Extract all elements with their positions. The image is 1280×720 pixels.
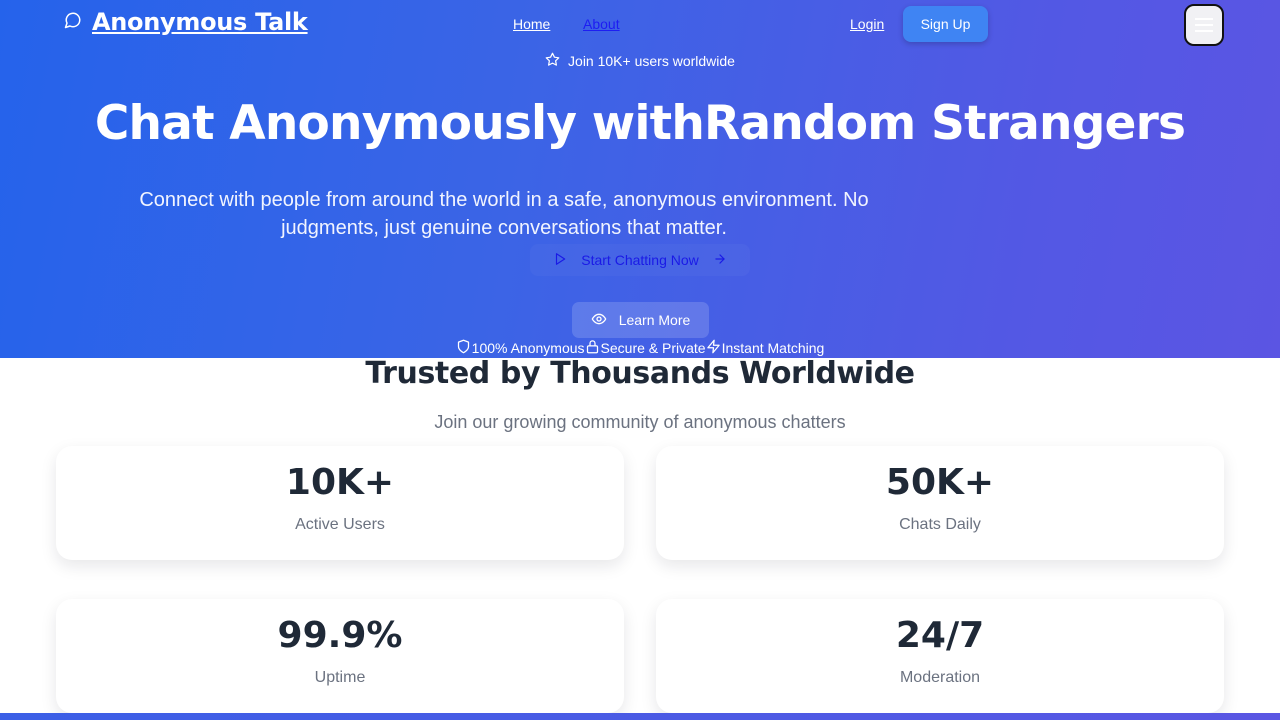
stat-label: Chats Daily: [899, 516, 981, 533]
feature-label: 100% Anonymous: [471, 340, 585, 356]
star-icon: [545, 52, 560, 70]
lightning-icon: [706, 339, 721, 357]
chat-bubble-icon: [64, 11, 82, 34]
play-icon: [553, 252, 567, 269]
stat-label: Moderation: [899, 669, 981, 686]
nav-about-link[interactable]: About: [583, 16, 620, 32]
brand-logo[interactable]: Anonymous Talk: [64, 8, 308, 36]
stat-label: Uptime: [314, 669, 366, 686]
feature-label: Secure & Private: [600, 340, 706, 356]
stat-value: 10K+: [285, 462, 395, 503]
users-pill: Join 10K+ users worldwide: [0, 52, 1280, 70]
arrow-right-icon: [713, 252, 727, 269]
stat-value: 99.9%: [277, 615, 403, 656]
hero-headline: Chat Anonymously withRandom Strangers: [94, 96, 1186, 151]
stat-card: 50K+ Chats Daily: [656, 446, 1224, 560]
feature-anonymous: 100% Anonymous: [456, 339, 585, 357]
stat-card: 24/7 Moderation: [656, 599, 1224, 713]
hero-section: Anonymous Talk Home About Login Sign Up …: [0, 0, 1280, 358]
feature-instant: Instant Matching: [706, 339, 825, 357]
learn-more-button[interactable]: Learn More: [572, 302, 709, 338]
stats-title: Trusted by Thousands Worldwide: [365, 356, 915, 391]
nav-login-link[interactable]: Login: [850, 16, 884, 32]
start-chatting-button[interactable]: Start Chatting Now: [530, 244, 750, 276]
start-chatting-label: Start Chatting Now: [581, 252, 699, 268]
stat-value: 50K+: [885, 462, 995, 503]
stat-label: Active Users: [295, 516, 385, 533]
shield-icon: [456, 339, 471, 357]
stat-card: 10K+ Active Users: [56, 446, 624, 560]
stat-card: 99.9% Uptime: [56, 599, 624, 713]
learn-more-label: Learn More: [618, 312, 691, 328]
feature-label: Instant Matching: [721, 340, 825, 356]
footer-edge: [0, 713, 1280, 720]
hamburger-menu-icon: [1195, 18, 1213, 32]
users-pill-text: Join 10K+ users worldwide: [568, 53, 735, 69]
brand-name[interactable]: Anonymous Talk: [92, 8, 308, 36]
stat-value: 24/7: [895, 615, 985, 656]
lock-icon: [585, 339, 600, 357]
menu-button[interactable]: [1184, 4, 1224, 46]
nav-home-link[interactable]: Home: [513, 16, 550, 32]
stats-subtitle: Join our growing community of anonymous …: [434, 412, 846, 432]
hero-subtext: Connect with people from around the worl…: [139, 189, 869, 239]
signup-button[interactable]: Sign Up: [903, 6, 988, 42]
feature-list: 100% Anonymous Secure & Private Instant …: [0, 339, 1280, 357]
feature-secure: Secure & Private: [585, 339, 706, 357]
eye-icon: [591, 311, 607, 330]
